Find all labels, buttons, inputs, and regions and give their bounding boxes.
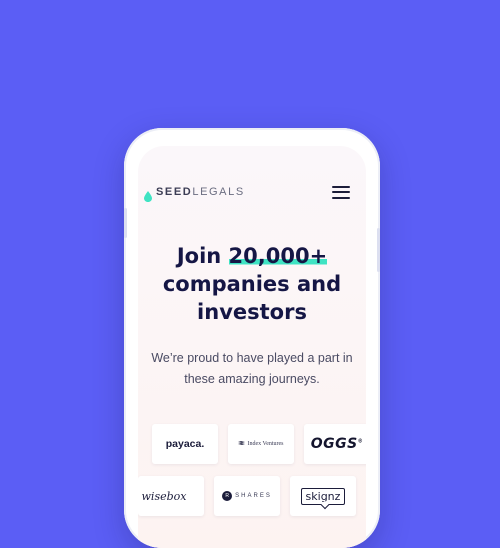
- index-ventures-text: Index Ventures: [247, 441, 284, 447]
- phone-side-button: [124, 208, 127, 238]
- shares-text: SHARES: [235, 493, 272, 499]
- index-ventures-mark-icon: [238, 441, 246, 445]
- logo-legals-text: LEGALS: [192, 186, 245, 198]
- logo-tile-payaca: payaca.: [152, 424, 218, 464]
- logo-tile-index-ventures: Index Ventures: [228, 424, 294, 464]
- subtitle-line-2: these amazing journeys.: [184, 372, 320, 386]
- logo-wordmark: SEEDLEGALS: [156, 186, 245, 198]
- phone-side-button: [377, 228, 380, 272]
- menu-bar: [332, 196, 350, 199]
- payaca-logo: payaca.: [165, 438, 205, 450]
- menu-bar: [332, 191, 350, 193]
- wisebox-logo: wisebox: [141, 489, 187, 503]
- logo-tile-shares: R SHARES: [214, 476, 280, 516]
- headline-line-2: companies and: [162, 272, 342, 296]
- hero-headline: Join 20,000+ companies and investors: [138, 242, 366, 326]
- seedlegals-logo[interactable]: SEEDLEGALS: [144, 186, 245, 202]
- customer-logos-row-2: wisebox R SHARES skignz: [138, 476, 356, 516]
- index-ventures-logo: Index Ventures: [238, 441, 284, 447]
- logo-tile-wisebox: wisebox: [138, 476, 204, 516]
- oggs-registered-mark: ®: [357, 438, 364, 445]
- phone-screen: SEEDLEGALS Join 20,000+ companies and in…: [138, 146, 366, 548]
- subtitle-line-1: We’re proud to have played a part in: [151, 351, 353, 365]
- logo-seed-text: SEED: [156, 186, 193, 198]
- headline-prefix: Join: [176, 244, 229, 268]
- headline-highlight: 20,000+: [228, 244, 328, 268]
- headline-line-1: Join 20,000+: [138, 242, 366, 270]
- customer-logos-row-1: payaca. Index Ventures OGGS®: [152, 424, 366, 464]
- menu-bar: [332, 185, 350, 188]
- hero-subtitle: We’re proud to have played a part in the…: [144, 348, 360, 390]
- site-header: SEEDLEGALS: [144, 182, 350, 202]
- hamburger-menu-icon[interactable]: [332, 185, 350, 199]
- oggs-logo: OGGS®: [311, 436, 363, 452]
- skignz-logo: skignz: [300, 487, 346, 505]
- oggs-text: OGGS: [310, 436, 358, 452]
- logo-tile-skignz: skignz: [290, 476, 356, 516]
- headline-line-3: investors: [197, 300, 307, 324]
- phone-mockup: SEEDLEGALS Join 20,000+ companies and in…: [124, 128, 380, 548]
- droplet-icon: [144, 187, 152, 202]
- logo-tile-oggs: OGGS®: [304, 424, 366, 464]
